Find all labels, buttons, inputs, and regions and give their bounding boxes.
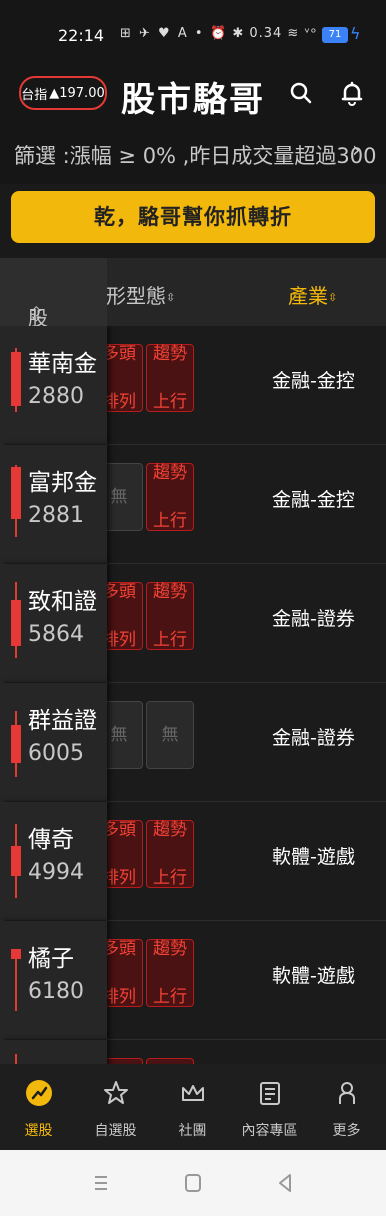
status-time: 22:14 (58, 26, 105, 45)
table-row[interactable]: 群益證 6005 無 無 金融-證券 (0, 683, 386, 802)
stock-name: 致和證 (28, 589, 97, 615)
system-icons: ⏰ ✱ 0.34 ≋ ᵛᵒ .ıl (210, 26, 337, 41)
index-label: 台指 (21, 87, 48, 103)
candle-icon (11, 600, 21, 646)
name-cell[interactable]: 和椿 (0, 1040, 107, 1064)
stock-code: 6180 (28, 979, 84, 1004)
status-bar: 22:14 ⊞ ✈ ♥ A • ⏰ ✱ 0.34 ≋ ᵛᵒ .ıl 71 ϟ (0, 0, 386, 68)
table-row[interactable]: 致和證 5864 多頭 排列 趨勢 上行 金融-證券 (0, 564, 386, 683)
chevron-right-icon[interactable]: › (352, 138, 361, 163)
star-icon (104, 1081, 128, 1104)
sort-icon: ⇳ (166, 291, 176, 304)
trend-tag: 無 (146, 701, 194, 769)
industry-label: 軟體-遊戲 (272, 846, 355, 868)
trend-tag: 趨勢 上行 (146, 820, 194, 888)
candle-icon (11, 949, 21, 959)
name-cell[interactable]: 傳奇 4994 (0, 802, 107, 920)
promo-button[interactable]: 乾，駱哥幫你抓轉折 (11, 191, 375, 243)
candle-icon (11, 352, 21, 406)
column-header-pattern[interactable]: 形型態⇳ (106, 280, 175, 309)
nav-item-more[interactable]: 更多 (308, 1064, 385, 1150)
stock-code: 6005 (28, 741, 84, 766)
table-row[interactable]: 華南金 2880 多頭 排列 趨勢 上行 金融-金控 (0, 326, 386, 445)
nav-item-stock-picker[interactable]: 選股 (0, 1064, 77, 1150)
column-pattern-label: 形型態 (106, 284, 166, 308)
lightning-icon (26, 1080, 52, 1106)
name-cell[interactable]: 致和證 5864 (0, 564, 107, 682)
trend-tag: 趨勢 上行 (146, 582, 194, 650)
search-icon[interactable] (286, 78, 316, 108)
crown-icon (182, 1085, 204, 1101)
trend-tag: 趨勢 上行 (146, 344, 194, 412)
bottom-nav: 選股 自選股 社團 內容專區 更多 (0, 1064, 386, 1150)
table-row[interactable]: 橘子 6180 多頭 排列 趨勢 上行 軟體-遊戲 (0, 921, 386, 1040)
stock-code: 2880 (28, 384, 84, 409)
back-icon[interactable] (276, 1172, 294, 1194)
table-row[interactable]: 傳奇 4994 多頭 排列 趨勢 上行 軟體-遊戲 (0, 802, 386, 921)
sort-icon: ⇳ (28, 302, 45, 326)
notification-icons: ⊞ ✈ ♥ A • (120, 26, 205, 41)
system-nav-bar (0, 1150, 386, 1216)
nav-item-community[interactable]: 社團 (154, 1064, 231, 1150)
column-header-industry[interactable]: 產業⇳ (288, 280, 337, 309)
stock-code: 2881 (28, 503, 84, 528)
home-icon[interactable] (184, 1172, 202, 1194)
stock-name: 富邦金 (28, 470, 97, 496)
nav-label: 內容專區 (241, 1123, 298, 1139)
index-change: ▲197.00 (49, 85, 105, 101)
name-cell[interactable]: 富邦金 2881 (0, 445, 107, 563)
table-row[interactable]: 富邦金 2881 無 趨勢 上行 金融-金控 (0, 445, 386, 564)
name-cell[interactable]: 華南金 2880 (0, 326, 107, 444)
industry-label: 金融-金控 (272, 489, 355, 511)
filter-bar[interactable]: 篩選 :漲幅 ≥ 0% ,昨日成交量超過300 › (0, 126, 386, 184)
stock-name: 傳奇 (28, 827, 74, 853)
battery-icon: 71 (322, 27, 348, 43)
person-icon (339, 1082, 355, 1104)
stock-name: 華南金 (28, 351, 97, 377)
bell-icon[interactable] (337, 78, 367, 108)
recent-apps-icon[interactable] (92, 1172, 110, 1194)
nav-label: 自選股 (94, 1123, 137, 1139)
stock-code: 4994 (28, 860, 84, 885)
industry-label: 金融-證券 (272, 727, 355, 749)
app-header: 股市駱哥 台指 ▲197.00 (0, 68, 386, 126)
filter-text: 篩選 :漲幅 ≥ 0% ,昨日成交量超過300 (14, 144, 377, 168)
stock-name: 橘子 (28, 946, 74, 972)
nav-item-watchlist[interactable]: 自選股 (77, 1064, 154, 1150)
article-icon (260, 1082, 280, 1105)
industry-label: 金融-金控 (272, 370, 355, 392)
stock-list[interactable]: 華南金 2880 多頭 排列 趨勢 上行 金融-金控 富邦金 2881 無 趨勢 上行… (0, 326, 386, 1064)
stock-name: 群益證 (28, 708, 97, 734)
charging-icon: ϟ (350, 24, 361, 43)
trend-tag: 趨勢 上行 (146, 939, 194, 1007)
table-row[interactable]: 和椿 (0, 1040, 386, 1064)
name-cell[interactable]: 橘子 6180 (0, 921, 107, 1039)
industry-label: 金融-證券 (272, 608, 355, 630)
column-industry-label: 產業 (288, 284, 328, 308)
candle-icon (11, 846, 21, 876)
nav-label: 更多 (332, 1123, 361, 1139)
nav-item-content[interactable]: 內容專區 (231, 1064, 308, 1150)
stock-code: 5864 (28, 622, 84, 647)
industry-label: 軟體-遊戲 (272, 965, 355, 987)
candle-wick (15, 1054, 17, 1064)
trend-tag: 趨勢 上行 (146, 463, 194, 531)
stock-name: 和椿 (28, 1058, 74, 1064)
candle-icon (11, 467, 21, 519)
nav-label: 選股 (24, 1123, 53, 1139)
name-cell[interactable]: 群益證 6005 (0, 683, 107, 801)
table-header: 形型態⇳ 股票名稱⇳ 產業⇳ (0, 258, 386, 417)
column-header-name[interactable]: 股票名稱⇳ (0, 258, 107, 417)
candle-icon (11, 725, 21, 763)
sort-icon: ⇳ (328, 291, 338, 304)
nav-label: 社團 (178, 1123, 207, 1139)
index-badge[interactable]: 台指 ▲197.00 (19, 76, 107, 110)
